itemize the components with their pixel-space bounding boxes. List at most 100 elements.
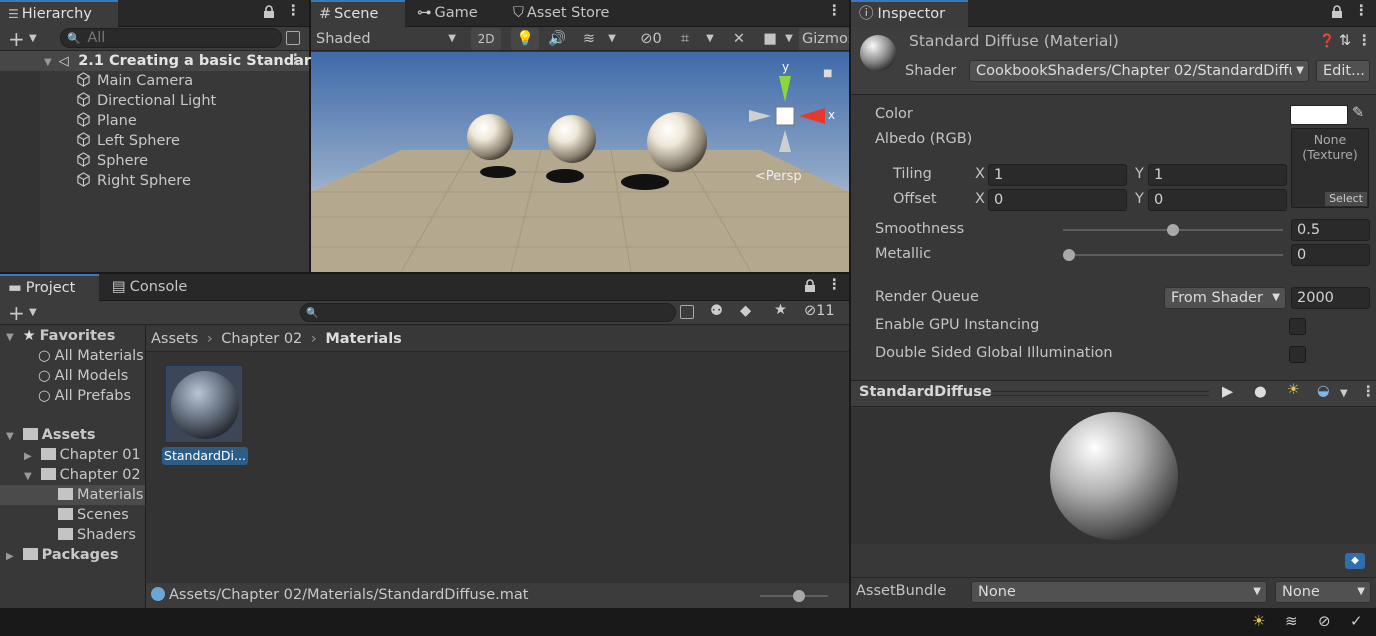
metallic-field[interactable]: 0	[1291, 244, 1370, 266]
hierarchy-item[interactable]: Left Sphere	[0, 131, 309, 151]
search-filter-icon[interactable]	[680, 305, 694, 319]
tiling-x-field[interactable]: 1	[988, 164, 1127, 186]
render-queue-dropdown[interactable]: From Shader ▼	[1164, 287, 1286, 309]
smoothness-slider-knob[interactable]	[1167, 224, 1179, 236]
network-off-icon[interactable]: ⊘	[1318, 612, 1331, 630]
packages-header[interactable]: ▶ Packages	[0, 545, 145, 565]
albedo-texture-slot[interactable]: None (Texture) Select	[1291, 128, 1369, 208]
favorite-item[interactable]: ○ All Prefabs	[0, 386, 145, 406]
chevron-down-icon[interactable]: ▼	[1340, 388, 1348, 399]
smoothness-field[interactable]: 0.5	[1291, 219, 1370, 241]
material-preview[interactable]	[851, 408, 1376, 544]
preview-lighting-icon[interactable]: ☀	[1287, 382, 1300, 398]
lock-icon[interactable]	[1331, 5, 1343, 19]
tab-console[interactable]: ▤ Console	[104, 274, 197, 301]
grid-snap-icon[interactable]: ⌗	[673, 28, 697, 50]
chevron-down-icon[interactable]: ▼	[29, 33, 37, 44]
asset-item-standarddiffuse[interactable]: StandardDi...	[162, 366, 248, 466]
preview-background-icon[interactable]: ◒	[1317, 383, 1330, 399]
tab-hierarchy[interactable]: ☰ Hierarchy	[0, 0, 118, 27]
camera-dropdown-icon[interactable]: ▼	[783, 28, 795, 50]
tab-project[interactable]: ▬ Project	[0, 274, 99, 301]
preview-menu-icon[interactable]: ⋮	[1361, 384, 1376, 400]
preview-drag-handle[interactable]	[991, 391, 1209, 396]
lighting-progress-icon[interactable]: ☀	[1252, 612, 1265, 630]
shading-mode-dropdown[interactable]: Shaded ▼	[311, 28, 461, 50]
favorite-star-icon[interactable]: ★	[774, 302, 787, 318]
favorite-item[interactable]: ○ All Materials	[0, 346, 145, 366]
toggle-2d-button[interactable]: 2D	[471, 28, 501, 50]
tab-inspector[interactable]: ⓘ Inspector	[851, 0, 968, 27]
hierarchy-item[interactable]: Main Camera	[0, 71, 309, 91]
hidden-packages-toggle[interactable]: ⊘11	[804, 303, 835, 319]
offset-x-field[interactable]: 0	[988, 189, 1127, 211]
chevron-down-icon[interactable]: ▼	[29, 307, 37, 318]
folder-chapter-01[interactable]: ▶ Chapter 01	[0, 445, 145, 465]
tab-game[interactable]: ⊶ Game	[409, 0, 488, 27]
scene-row-menu-icon[interactable]: ⋮	[288, 52, 303, 68]
gizmos-button[interactable]: Gizmos	[799, 28, 849, 50]
effects-toggle-icon[interactable]: ≋	[575, 28, 603, 50]
tiling-y-field[interactable]: 1	[1148, 164, 1287, 186]
tab-scene[interactable]: # Scene	[311, 0, 405, 27]
folder-shaders[interactable]: Shaders	[0, 525, 145, 545]
scene-viewport[interactable]: y x ■ <Persp	[311, 52, 849, 272]
hierarchy-scene-row[interactable]: ▼ ◁ 2.1 Creating a basic Standard	[0, 51, 321, 71]
filter-by-label-icon[interactable]: ◆	[740, 303, 751, 319]
grid-dropdown-icon[interactable]: ▼	[703, 28, 717, 50]
metallic-slider-knob[interactable]	[1063, 249, 1075, 261]
gpu-instancing-checkbox[interactable]	[1289, 318, 1306, 335]
cache-server-icon[interactable]: ≋	[1285, 612, 1298, 630]
project-search-input[interactable]: 🔍	[300, 303, 676, 322]
checkmark-circle-icon[interactable]: ✓	[1350, 612, 1363, 630]
tab-asset-store[interactable]: ⛉ Asset Store	[505, 0, 619, 27]
preview-mesh-sphere-icon[interactable]: ●	[1254, 384, 1267, 400]
filter-by-type-icon[interactable]: ⚉	[710, 303, 723, 319]
presets-icon[interactable]: ⇅	[1339, 33, 1351, 49]
audio-toggle-icon[interactable]: 🔊	[543, 28, 571, 50]
lock-icon[interactable]	[263, 5, 275, 19]
edit-shader-button[interactable]: Edit...	[1316, 60, 1370, 82]
lock-icon[interactable]	[804, 279, 816, 293]
icon-size-slider-knob[interactable]	[793, 590, 805, 602]
shader-dropdown[interactable]: CookbookShaders/Chapter 02/StandardDiffu…	[969, 60, 1309, 82]
folder-chapter-02[interactable]: ▼ Chapter 02	[0, 465, 145, 485]
assets-header[interactable]: ▼ Assets	[0, 425, 145, 445]
asset-label-tag-icon[interactable]: ◆	[1345, 553, 1365, 569]
lock-icon[interactable]: ■	[823, 68, 832, 79]
eyedropper-icon[interactable]: ✎	[1352, 105, 1364, 121]
assetbundle-variant-dropdown[interactable]: None ▼	[1275, 581, 1371, 603]
create-add-icon[interactable]: +	[8, 301, 25, 325]
color-swatch[interactable]	[1290, 105, 1348, 125]
panel-menu-icon[interactable]: ⋮	[827, 3, 842, 19]
breadcrumb-item[interactable]: Assets	[151, 331, 198, 347]
double-sided-gi-checkbox[interactable]	[1289, 346, 1306, 363]
component-menu-icon[interactable]: ⋮	[1357, 33, 1372, 49]
lighting-toggle-icon[interactable]: 💡	[511, 28, 539, 50]
texture-select-button[interactable]: Select	[1325, 192, 1367, 206]
play-icon[interactable]: ▶	[1222, 384, 1233, 400]
breadcrumb-item[interactable]: Chapter 02	[221, 331, 302, 347]
panel-menu-icon[interactable]: ⋮	[827, 277, 842, 293]
hierarchy-search-input[interactable]: 🔍 All	[60, 28, 282, 48]
hierarchy-item[interactable]: Directional Light	[0, 91, 309, 111]
orientation-gizmo[interactable]	[747, 76, 837, 156]
hierarchy-item[interactable]: Sphere	[0, 151, 309, 171]
panel-menu-icon[interactable]: ⋮	[286, 3, 301, 19]
hierarchy-item[interactable]: Right Sphere	[0, 171, 309, 191]
render-queue-field[interactable]: 2000	[1291, 287, 1370, 309]
folder-scenes[interactable]: Scenes	[0, 505, 145, 525]
offset-y-field[interactable]: 0	[1148, 189, 1287, 211]
create-add-icon[interactable]: +	[8, 27, 25, 51]
assetbundle-dropdown[interactable]: None ▼	[971, 581, 1267, 603]
help-icon[interactable]: ❓	[1319, 34, 1335, 49]
effects-dropdown-icon[interactable]: ▼	[605, 28, 619, 50]
breadcrumb-item[interactable]: Materials	[325, 331, 402, 347]
favorites-header[interactable]: ▼ ★ Favorites	[0, 326, 145, 346]
search-filter-icon[interactable]	[286, 31, 300, 45]
tools-icon[interactable]: ✕	[727, 28, 751, 50]
metallic-slider[interactable]	[1063, 254, 1283, 256]
camera-icon[interactable]: ■	[759, 28, 781, 50]
panel-menu-icon[interactable]: ⋮	[1354, 3, 1369, 19]
hierarchy-item[interactable]: Plane	[0, 111, 309, 131]
